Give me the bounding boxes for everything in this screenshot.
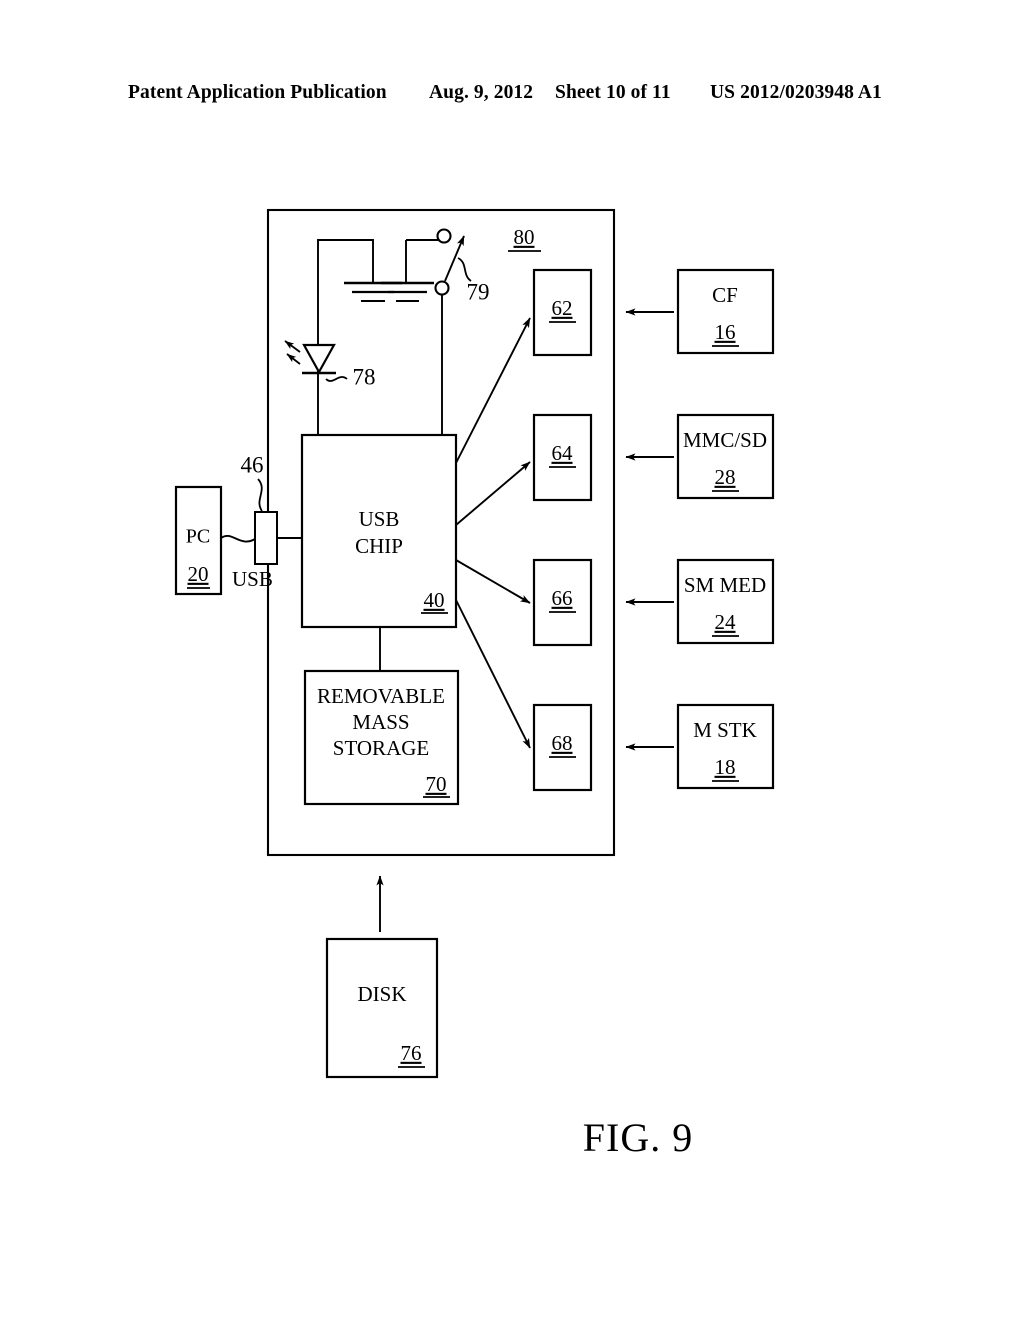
mmcsd-title-label: MMC/SD bbox=[683, 428, 767, 452]
rms-title-line2: MASS bbox=[352, 710, 409, 734]
usb-chip-title-line1: USB bbox=[359, 507, 400, 531]
mmcsd-card-block[interactable]: MMC/SD 28 bbox=[676, 413, 775, 500]
led-ref-label: 78 bbox=[353, 364, 376, 389]
usb-chip-ref-label: 40 bbox=[424, 588, 445, 612]
usb-connector-ref-label: 46 bbox=[241, 452, 264, 477]
slot-64-block[interactable]: 64 bbox=[532, 413, 593, 502]
led-light-arrows bbox=[284, 340, 301, 365]
removable-mass-storage-block[interactable]: REMOVABLE MASS STORAGE 70 bbox=[303, 627, 460, 806]
rms-ref-label: 70 bbox=[426, 772, 447, 796]
mmcsd-ref-label: 28 bbox=[715, 465, 736, 489]
slot-68-block[interactable]: 68 bbox=[532, 703, 593, 792]
usb-connector-46[interactable]: 46 USB bbox=[220, 452, 302, 591]
led-circuit-branch: 78 bbox=[284, 239, 402, 435]
cf-card-block[interactable]: CF 16 bbox=[676, 268, 775, 355]
figure-caption: FIG. 9 bbox=[583, 1115, 693, 1160]
slot-62-block[interactable]: 62 bbox=[532, 268, 593, 357]
smmed-title-label: SM MED bbox=[684, 573, 766, 597]
usb-chip-title-line2: CHIP bbox=[355, 534, 403, 558]
slot-66-ref-label: 66 bbox=[552, 586, 573, 610]
usb-connector-label: USB bbox=[232, 567, 273, 591]
smmed-card-block[interactable]: SM MED 24 bbox=[676, 558, 775, 645]
card-insertion-arrows bbox=[625, 308, 674, 751]
ground-symbol-switch bbox=[381, 281, 434, 302]
switch-ref-label: 79 bbox=[467, 279, 490, 304]
disk-block[interactable]: DISK 76 bbox=[325, 875, 439, 1079]
rms-title-line3: STORAGE bbox=[333, 736, 429, 760]
disk-title-label: DISK bbox=[357, 982, 406, 1006]
cf-title-label: CF bbox=[712, 283, 738, 307]
patent-figure: 80 78 79 USB CHIP 40 PC 20 46 USB REMOVA… bbox=[0, 0, 1024, 1320]
switch-terminal-upper bbox=[436, 228, 452, 244]
pc-title-label: PC bbox=[186, 526, 210, 548]
pc-block[interactable]: PC 20 bbox=[174, 485, 223, 596]
cf-ref-label: 16 bbox=[715, 320, 736, 344]
rms-title-line1: REMOVABLE bbox=[317, 684, 445, 708]
slot-66-block[interactable]: 66 bbox=[532, 558, 593, 647]
enclosure-ref-label: 80 bbox=[514, 225, 535, 249]
mstk-title-label: M STK bbox=[693, 718, 757, 742]
switch-circuit-branch: 79 bbox=[381, 228, 490, 435]
slot-68-ref-label: 68 bbox=[552, 731, 573, 755]
pc-ref-label: 20 bbox=[188, 562, 209, 586]
chip-to-slot-connectors bbox=[455, 317, 531, 749]
slot-64-ref-label: 64 bbox=[552, 441, 574, 465]
smmed-ref-label: 24 bbox=[715, 610, 737, 634]
mstk-card-block[interactable]: M STK 18 bbox=[676, 703, 775, 790]
slot-62-ref-label: 62 bbox=[552, 296, 573, 320]
switch-terminal-lower bbox=[434, 280, 450, 296]
disk-ref-label: 76 bbox=[401, 1041, 422, 1065]
led-diode-78 bbox=[302, 343, 336, 375]
usb-chip-block[interactable]: USB CHIP 40 bbox=[300, 433, 458, 629]
mstk-ref-label: 18 bbox=[715, 755, 736, 779]
